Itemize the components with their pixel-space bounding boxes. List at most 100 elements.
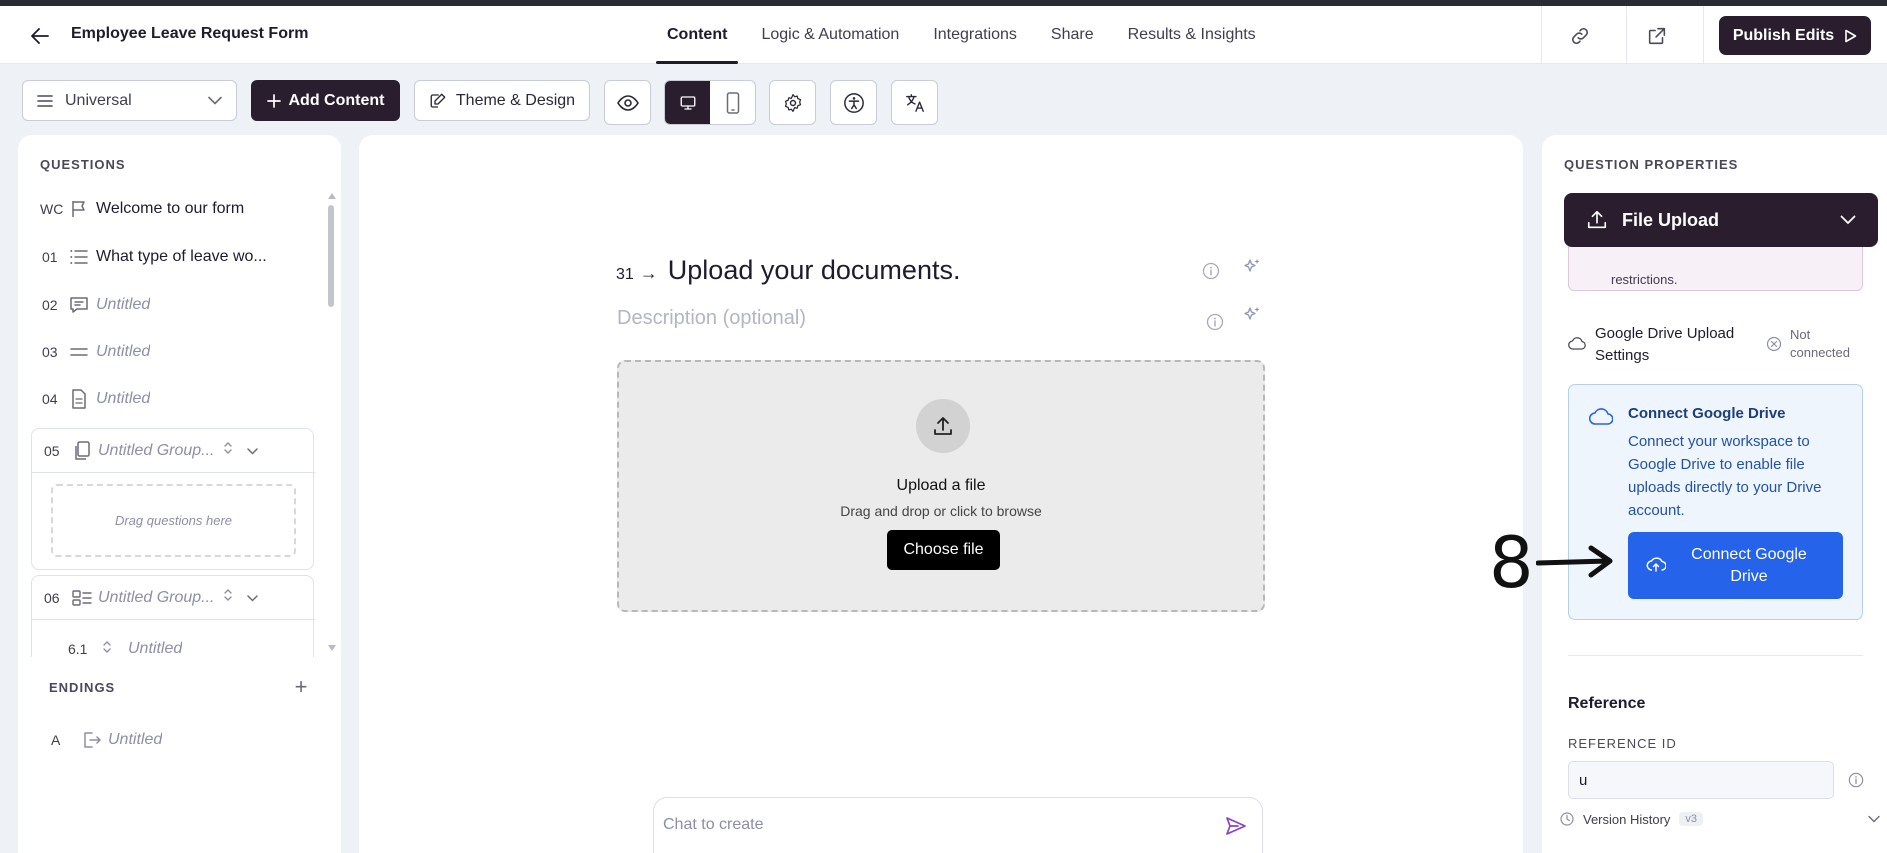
info-icon[interactable] <box>1201 261 1221 281</box>
section-divider <box>1568 655 1863 656</box>
list-icon <box>62 250 96 264</box>
flag-icon <box>62 199 96 219</box>
reference-title: Reference <box>1568 695 1646 712</box>
add-content-button[interactable]: Add Content <box>251 80 400 121</box>
chevron-down-icon[interactable] <box>246 589 258 607</box>
sort-icon <box>102 640 128 658</box>
reference-id-input[interactable] <box>1568 761 1834 799</box>
question-item-04[interactable]: 04 Untitled <box>28 377 326 421</box>
header-divider <box>1541 6 1542 64</box>
chat-input[interactable] <box>663 816 1203 834</box>
device-toggle <box>664 80 756 125</box>
version-badge: v3 <box>1679 812 1704 826</box>
ending-text: Untitled <box>108 731 163 748</box>
mobile-icon[interactable] <box>710 81 755 124</box>
app-header: Employee Leave Request Form Content Logi… <box>0 6 1887 64</box>
exit-icon <box>76 730 108 750</box>
scrollbar-thumb[interactable] <box>328 205 334 307</box>
version-history-row[interactable]: Version History v3 <box>1560 805 1880 833</box>
google-drive-settings-row: Google Drive Upload Settings Not connect… <box>1568 323 1868 371</box>
annotation-arrow-icon <box>1536 545 1613 578</box>
choose-file-button[interactable]: Choose file <box>887 530 1000 570</box>
question-heading: 31 → Upload your documents. <box>616 255 960 286</box>
info-icon[interactable] <box>1848 772 1864 793</box>
info-icon[interactable] <box>1205 312 1225 332</box>
settings-gear-icon[interactable] <box>769 80 816 125</box>
upload-dropzone[interactable]: Upload a file Drag and drop or click to … <box>617 360 1265 612</box>
send-icon[interactable] <box>1222 812 1250 840</box>
question-item-03[interactable]: 03 Untitled <box>28 330 326 374</box>
sort-icon[interactable] <box>223 441 233 460</box>
accessibility-icon[interactable] <box>830 80 877 125</box>
connect-button-label: Connect Google Drive <box>1691 545 1807 585</box>
upload-icon <box>916 399 970 453</box>
chevron-down-icon <box>1868 815 1880 823</box>
sparkle-icon[interactable] <box>1242 257 1262 282</box>
question-type-label: File Upload <box>1622 209 1720 230</box>
theme-design-label: Theme & Design <box>455 91 576 109</box>
tab-content[interactable]: Content <box>650 6 744 64</box>
tab-integrations[interactable]: Integrations <box>916 6 1034 64</box>
group-title: Untitled Group... <box>98 588 215 606</box>
desktop-icon[interactable] <box>665 81 710 124</box>
group-header[interactable]: 05 Untitled Group... <box>32 429 315 473</box>
question-text: Untitled <box>128 640 183 657</box>
upload-subtitle: Drag and drop or click to browse <box>840 503 1042 519</box>
view-select[interactable]: Universal <box>22 80 237 121</box>
document-icon <box>62 389 96 409</box>
question-number: 02 <box>42 297 58 313</box>
back-arrow-icon[interactable] <box>26 22 54 50</box>
scroll-down-arrow[interactable] <box>328 645 336 651</box>
ending-item-a[interactable]: A Untitled <box>36 720 316 760</box>
connect-card-title: Connect Google Drive <box>1628 405 1786 422</box>
reference-id-label: REFERENCE ID <box>1568 736 1677 751</box>
tab-share[interactable]: Share <box>1034 6 1111 64</box>
lines-icon <box>62 347 96 357</box>
endings-label: ENDINGS <box>49 680 116 695</box>
description-field[interactable]: Description (optional) <box>617 307 806 330</box>
group-header[interactable]: 06 Untitled Group... <box>32 576 315 620</box>
preview-eye-icon[interactable] <box>604 80 651 125</box>
theme-design-button[interactable]: Theme & Design <box>414 80 590 121</box>
chevron-down-icon[interactable] <box>246 442 258 460</box>
question-number: 03 <box>42 344 58 360</box>
drop-zone[interactable]: Drag questions here <box>51 484 296 557</box>
translate-icon[interactable] <box>891 80 938 125</box>
add-ending-button[interactable]: + <box>286 672 316 702</box>
clock-icon <box>1560 812 1574 826</box>
comment-icon <box>62 296 96 314</box>
question-text: Untitled <box>96 296 151 313</box>
upload-icon <box>1587 210 1607 229</box>
tab-logic-automation[interactable]: Logic & Automation <box>744 6 916 64</box>
link-icon[interactable] <box>1564 20 1596 52</box>
header-divider <box>1703 6 1704 64</box>
sort-icon[interactable] <box>223 588 233 607</box>
scroll-up-arrow[interactable] <box>328 193 336 199</box>
cloud-upload-icon <box>1646 555 1667 578</box>
question-item-01[interactable]: 01 What type of leave wo... <box>28 235 326 279</box>
question-text: Untitled <box>96 343 151 360</box>
connect-google-drive-button[interactable]: Connect Google Drive <box>1628 532 1843 599</box>
questions-label: QUESTIONS <box>40 157 126 172</box>
group-child-question[interactable]: 6.1 Untitled <box>68 629 308 657</box>
close-circle-icon <box>1766 336 1782 357</box>
cloud-icon <box>1568 336 1586 355</box>
publish-edits-button[interactable]: Publish Edits <box>1719 16 1871 55</box>
properties-panel: QUESTION PROPERTIES File Upload restrict… <box>1542 135 1887 853</box>
ending-letter: A <box>51 732 61 748</box>
question-item-welcome[interactable]: WC Welcome to our form <box>28 187 326 231</box>
sparkle-icon[interactable] <box>1242 305 1262 330</box>
editor-toolbar: Universal Add Content Theme & Design <box>0 65 1887 135</box>
annotation-number: 8 <box>1489 522 1534 604</box>
question-type-select[interactable]: File Upload <box>1564 193 1878 247</box>
question-item-02[interactable]: 02 Untitled <box>28 283 326 327</box>
question-title[interactable]: Upload your documents. <box>668 255 961 286</box>
connect-google-drive-card: Connect Google Drive Connect your worksp… <box>1568 384 1863 620</box>
view-select-value: Universal <box>65 91 132 109</box>
external-link-icon[interactable] <box>1641 20 1673 52</box>
header-divider <box>1626 6 1627 64</box>
tab-results-insights[interactable]: Results & Insights <box>1111 6 1273 64</box>
form-title: Employee Leave Request Form <box>71 25 309 42</box>
connection-status: Not connected <box>1790 327 1850 360</box>
connect-card-description: Connect your workspace to Google Drive t… <box>1628 433 1822 519</box>
